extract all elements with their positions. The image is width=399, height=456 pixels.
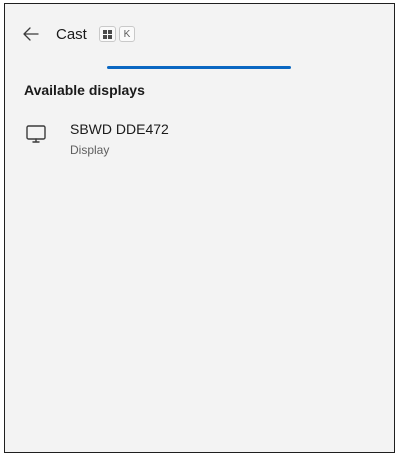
- display-list-item[interactable]: SBWD DDE472 Display: [15, 116, 386, 164]
- k-key: K: [119, 26, 135, 42]
- keyboard-shortcut: K: [99, 26, 135, 42]
- header: Cast K: [5, 4, 394, 64]
- display-type: Display: [70, 143, 110, 157]
- back-button[interactable]: [19, 22, 43, 46]
- searching-progress-bar: [107, 66, 291, 69]
- monitor-icon: [26, 125, 46, 143]
- windows-key-icon: [99, 26, 116, 42]
- back-arrow-icon: [23, 27, 39, 41]
- cast-panel: Cast K Available displays SBWD DDE472 Di…: [4, 3, 395, 453]
- section-title: Available displays: [24, 82, 145, 98]
- display-name: SBWD DDE472: [70, 121, 169, 137]
- page-title: Cast: [56, 26, 87, 43]
